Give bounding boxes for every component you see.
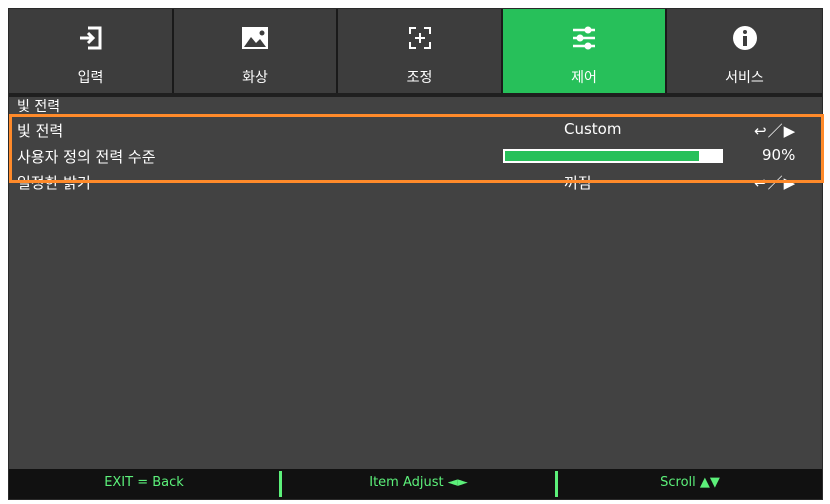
tab-image[interactable]: 화상 xyxy=(174,9,338,93)
tab-input[interactable]: 입력 xyxy=(9,9,174,93)
tab-service-label: 서비스 xyxy=(725,70,764,86)
footer-back-hint: EXIT = Back xyxy=(104,475,184,490)
footer-scroll-hint: Scroll ▲▼ xyxy=(660,475,720,490)
footer-help-bar: EXIT = Back Item Adjust ◄► Scroll ▲▼ xyxy=(9,469,822,499)
tab-image-label: 화상 xyxy=(242,70,268,86)
tab-bar-divider xyxy=(9,93,822,97)
adjust-icon xyxy=(405,23,435,53)
tab-adjust[interactable]: 조정 xyxy=(338,9,503,93)
footer-adjust-hint: Item Adjust ◄► xyxy=(369,475,468,490)
row-label: 일정한 밝기 xyxy=(17,174,91,192)
image-icon xyxy=(240,23,270,53)
row-value: Custom xyxy=(564,120,622,138)
menu-row-constant-brightness[interactable]: 일정한 밝기 꺼짐 ↩／▶ xyxy=(9,169,822,195)
input-icon xyxy=(76,23,106,53)
sliders-icon xyxy=(569,23,599,53)
row-label: 빛 전력 xyxy=(17,122,64,140)
menu-tab-bar: 입력 화상 조정 제어 서비스 xyxy=(9,9,822,93)
menu-row-custom-power-level[interactable]: 사용자 정의 전력 수준 90% xyxy=(9,143,822,169)
projector-osd-menu: 입력 화상 조정 제어 서비스 빛 전력 빛 전력 Custom ↩／▶ 사용자… xyxy=(8,8,824,500)
enter-arrow-icon: ↩／▶ xyxy=(754,122,797,140)
info-icon xyxy=(730,23,760,53)
power-level-fill xyxy=(505,151,699,161)
tab-adjust-label: 조정 xyxy=(406,70,433,86)
row-label: 사용자 정의 전력 수준 xyxy=(17,148,156,166)
tab-service[interactable]: 서비스 xyxy=(667,9,822,93)
power-level-percent: 90% xyxy=(762,146,796,164)
row-value: 꺼짐 xyxy=(564,174,592,192)
tab-control[interactable]: 제어 xyxy=(503,9,667,93)
tab-input-label: 입력 xyxy=(77,70,104,86)
section-title: 빛 전력 xyxy=(17,99,61,115)
power-level-slider[interactable] xyxy=(503,149,723,163)
enter-arrow-icon: ↩／▶ xyxy=(754,174,797,192)
menu-row-light-power[interactable]: 빛 전력 Custom ↩／▶ xyxy=(9,117,822,143)
tab-control-label: 제어 xyxy=(571,70,597,86)
